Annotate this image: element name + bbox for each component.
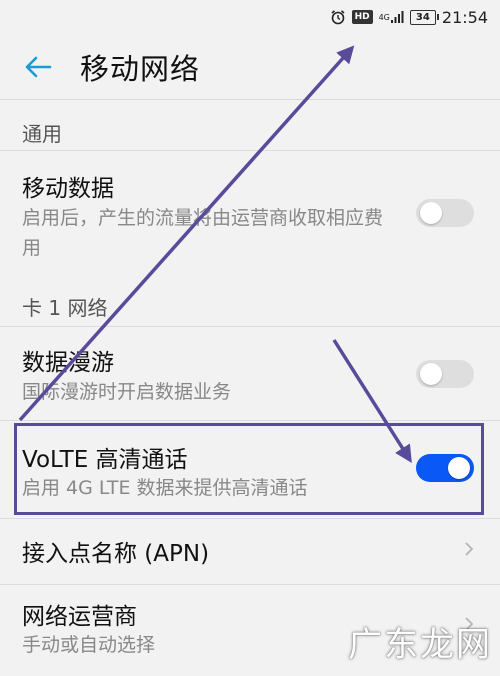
mobile-data-title: 移动数据	[22, 176, 114, 202]
battery-level: 34	[415, 11, 430, 23]
back-button[interactable]	[18, 47, 58, 87]
mobile-data-row[interactable]: 移动数据 启用后，产生的流量将由运营商收取相应费用	[0, 151, 500, 266]
volte-subtitle: 启用 4G LTE 数据来提供高清通话	[22, 477, 308, 499]
toggle-knob	[448, 457, 470, 479]
toggle-knob	[420, 202, 442, 224]
section-header-general: 通用	[22, 122, 62, 146]
apn-row[interactable]: 接入点名称 (APN)	[0, 519, 500, 583]
battery-icon: 34	[409, 9, 439, 25]
watermark: 广东龙网	[348, 625, 492, 665]
back-arrow-icon	[25, 56, 52, 77]
toggle-knob	[420, 363, 442, 385]
network-operator-subtitle: 手动或自动选择	[22, 634, 156, 656]
data-roaming-title: 数据漫游	[22, 350, 114, 376]
alarm-icon	[330, 9, 346, 25]
volte-row[interactable]: VoLTE 高清通话 启用 4G LTE 数据来提供高清通话	[0, 421, 500, 517]
chevron-right-icon	[465, 542, 474, 556]
status-bar: HD 4G 34 21:54	[0, 0, 500, 34]
data-roaming-row[interactable]: 数据漫游 国际漫游时开启数据业务	[0, 327, 500, 417]
volte-title: VoLTE 高清通话	[22, 447, 188, 473]
mobile-data-toggle[interactable]	[416, 199, 474, 227]
network-operator-title: 网络运营商	[22, 604, 137, 630]
hd-voice-icon: HD	[351, 10, 373, 24]
section-header-card1: 卡 1 网络	[22, 296, 108, 320]
signal-icon: 4G	[379, 10, 404, 24]
data-roaming-toggle[interactable]	[416, 360, 474, 388]
page-title: 移动网络	[80, 51, 201, 86]
network-type-label: 4G	[378, 12, 390, 22]
apn-title: 接入点名称 (APN)	[22, 541, 210, 567]
mobile-data-subtitle: 启用后，产生的流量将由运营商收取相应费用	[22, 207, 384, 259]
volte-toggle[interactable]	[416, 454, 474, 482]
status-time: 21:54	[441, 7, 488, 27]
app-header: 移动网络	[0, 34, 500, 100]
data-roaming-subtitle: 国际漫游时开启数据业务	[22, 381, 232, 403]
